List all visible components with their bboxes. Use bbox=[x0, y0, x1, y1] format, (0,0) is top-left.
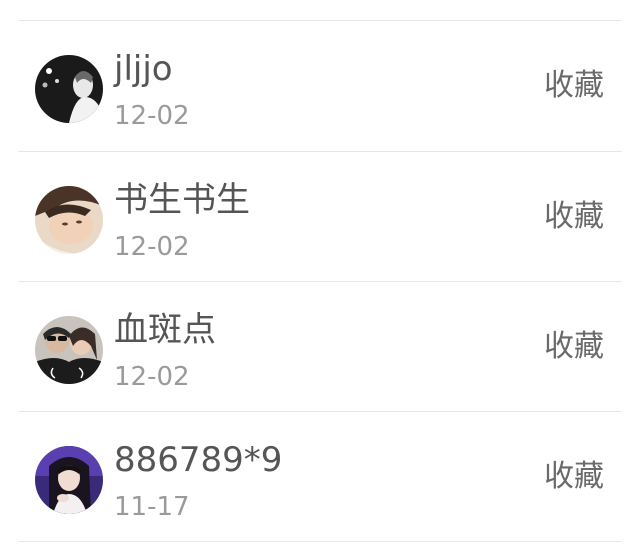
item-date: 11-17 bbox=[114, 492, 190, 522]
user-avatar-icon bbox=[35, 316, 103, 384]
avatar[interactable] bbox=[35, 55, 103, 123]
user-avatar-icon bbox=[35, 55, 103, 123]
user-list-page: jljjo 12-02 收藏 书生书生 12-02 收藏 血斑点 12-02 收… bbox=[0, 0, 640, 544]
collect-button[interactable]: 收藏 bbox=[544, 459, 604, 495]
user-name: 书生书生 bbox=[114, 180, 250, 220]
list-divider bbox=[18, 541, 622, 542]
list-item[interactable]: 书生书生 12-02 收藏 bbox=[0, 152, 640, 282]
user-name: 886789*9 bbox=[114, 440, 283, 480]
collect-button[interactable]: 收藏 bbox=[544, 199, 604, 235]
avatar[interactable] bbox=[35, 446, 103, 514]
list-item[interactable]: jljjo 12-02 收藏 bbox=[0, 21, 640, 151]
list-item[interactable]: 血斑点 12-02 收藏 bbox=[0, 282, 640, 412]
user-avatar-icon bbox=[35, 446, 103, 514]
user-name: jljjo bbox=[114, 49, 173, 89]
item-date: 12-02 bbox=[114, 101, 190, 131]
avatar[interactable] bbox=[35, 316, 103, 384]
list-item[interactable]: 886789*9 11-17 收藏 bbox=[0, 412, 640, 542]
collect-button[interactable]: 收藏 bbox=[544, 329, 604, 365]
avatar[interactable] bbox=[35, 186, 103, 254]
user-name: 血斑点 bbox=[114, 310, 216, 350]
item-date: 12-02 bbox=[114, 232, 190, 262]
item-date: 12-02 bbox=[114, 362, 190, 392]
collect-button[interactable]: 收藏 bbox=[544, 68, 604, 104]
user-avatar-icon bbox=[35, 186, 103, 254]
